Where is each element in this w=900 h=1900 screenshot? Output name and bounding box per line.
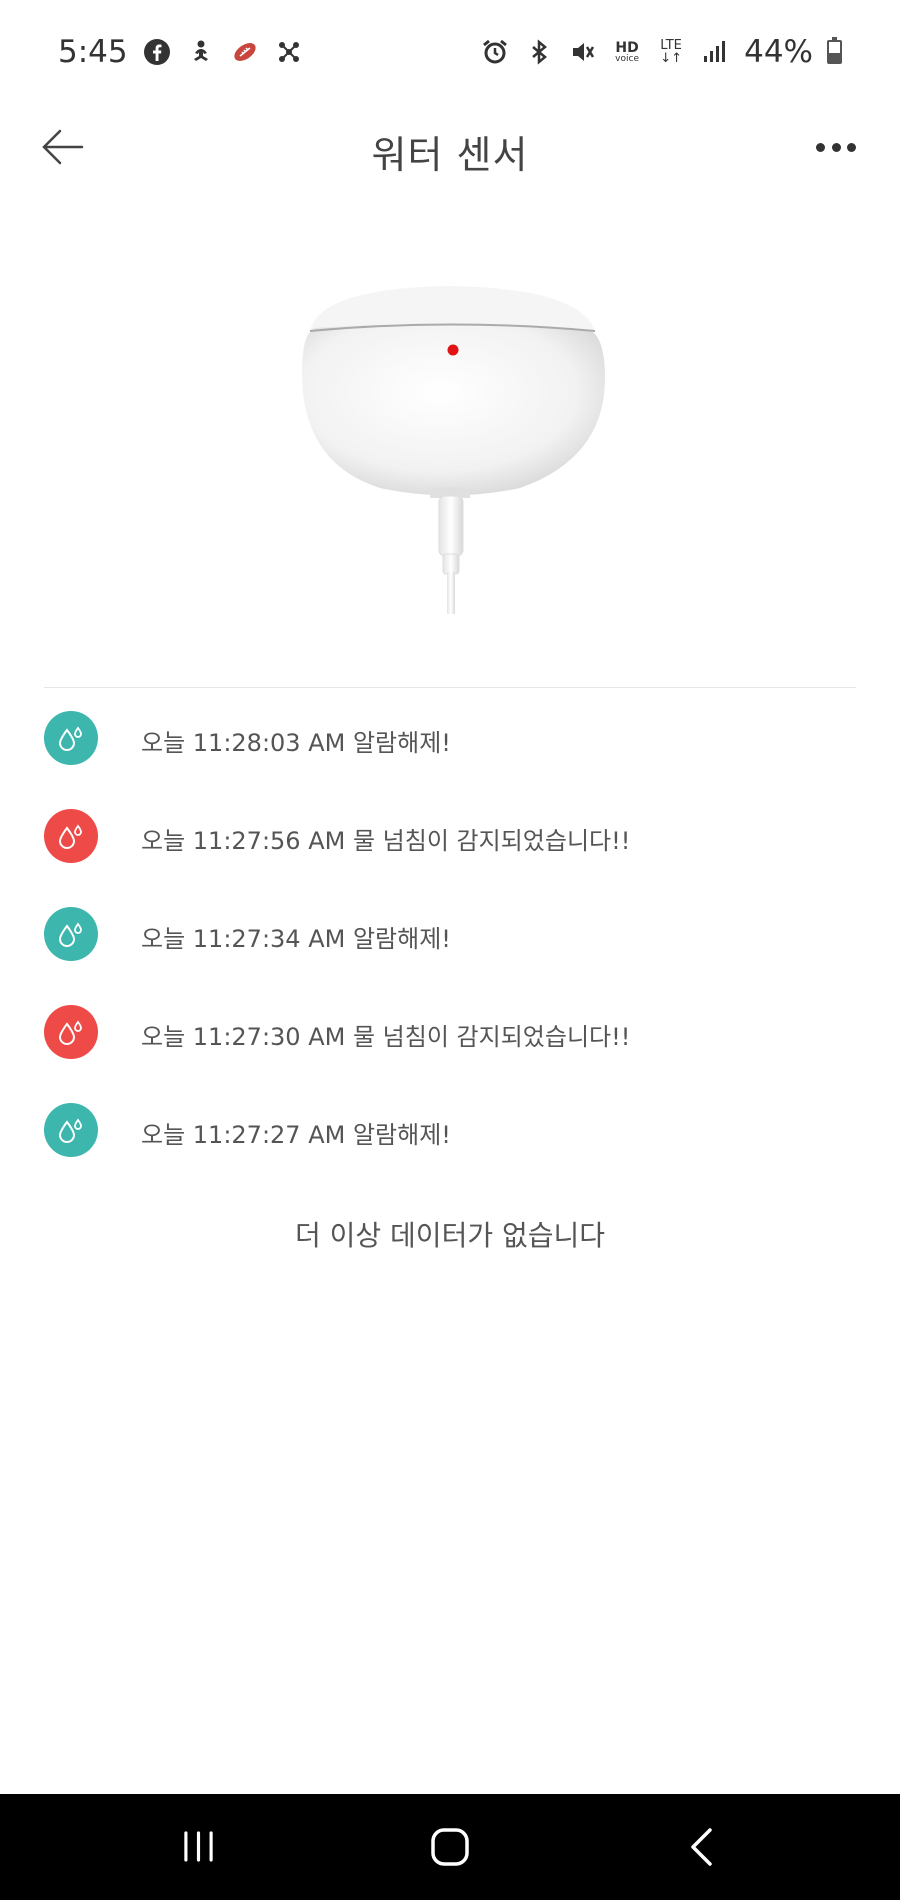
meditation-icon xyxy=(186,37,216,67)
history-item: 오늘 11:27:34 AM 알람해제! xyxy=(0,896,900,994)
history-text: 오늘 11:27:30 AM 물 넘침이 감지되었습니다!! xyxy=(141,1023,631,1051)
history-text: 오늘 11:27:27 AM 알람해제! xyxy=(141,1121,451,1149)
divider xyxy=(44,687,856,688)
mute-icon xyxy=(568,37,598,67)
water-drop-icon xyxy=(44,809,98,863)
alarm-icon xyxy=(480,37,510,67)
status-left: 5:45 xyxy=(58,34,304,70)
status-time: 5:45 xyxy=(58,34,128,70)
navigation-bar xyxy=(0,1794,900,1900)
page-title: 워터 센서 xyxy=(371,133,529,177)
status-bar: 5:45 HD voice LTE ↓↑ 44% xyxy=(0,0,900,104)
app-bar: 워터 센서 xyxy=(0,104,900,188)
history-item: 오늘 11:27:30 AM 물 넘침이 감지되었습니다!! xyxy=(0,994,900,1092)
back-icon[interactable] xyxy=(680,1824,726,1870)
water-sensor-image xyxy=(290,278,610,618)
more-options-icon[interactable] xyxy=(816,134,856,160)
bluetooth-icon xyxy=(524,37,554,67)
history-list: 오늘 11:28:03 AM 알람해제! 오늘 11:27:56 AM 물 넘침… xyxy=(0,700,900,1190)
rugby-ball-icon xyxy=(230,37,260,67)
water-drop-icon xyxy=(44,1005,98,1059)
history-text: 오늘 11:27:56 AM 물 넘침이 감지되었습니다!! xyxy=(141,827,631,855)
no-more-data-message: 더 이상 데이터가 없습니다 xyxy=(294,1219,606,1252)
hd-voice-icon: HD voice xyxy=(615,39,639,64)
history-item: 오늘 11:28:03 AM 알람해제! xyxy=(0,700,900,798)
network-icon xyxy=(274,37,304,67)
facebook-icon xyxy=(142,37,172,67)
water-drop-icon xyxy=(44,907,98,961)
history-item: 오늘 11:27:56 AM 물 넘침이 감지되었습니다!! xyxy=(0,798,900,896)
history-item: 오늘 11:27:27 AM 알람해제! xyxy=(0,1092,900,1190)
recent-apps-icon[interactable] xyxy=(176,1824,222,1870)
history-text: 오늘 11:28:03 AM 알람해제! xyxy=(141,729,451,757)
water-drop-icon xyxy=(44,1103,98,1157)
battery-icon xyxy=(827,37,842,64)
battery-percent: 44% xyxy=(744,34,813,70)
signal-icon xyxy=(700,37,730,67)
status-right: HD voice LTE ↓↑ 44% xyxy=(480,34,842,70)
water-drop-icon xyxy=(44,711,98,765)
home-icon[interactable] xyxy=(427,1824,473,1870)
history-text: 오늘 11:27:34 AM 알람해제! xyxy=(141,925,451,953)
lte-icon: LTE ↓↑ xyxy=(660,38,682,66)
